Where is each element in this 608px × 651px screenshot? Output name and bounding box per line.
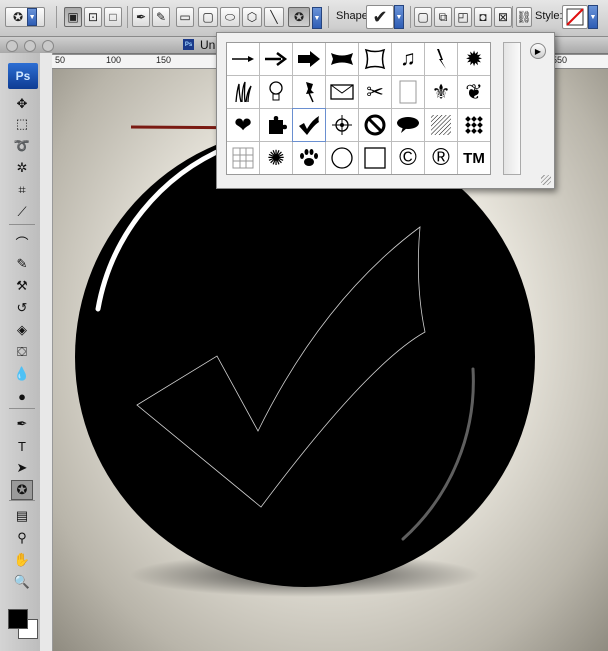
frame-shape[interactable]: [359, 43, 391, 75]
shape-grid: ♫ ✹ ✂ ⚜ ❦ ❤ ✺ © ® TM: [226, 42, 491, 175]
cat-paw-ornament-shape[interactable]: ❦: [458, 76, 490, 108]
light-bulb-shape[interactable]: [260, 76, 292, 108]
resize-grip[interactable]: [541, 175, 551, 185]
arrow-bold-shape[interactable]: [293, 43, 325, 75]
scissors-shape[interactable]: ✂: [359, 76, 391, 108]
registered-shape[interactable]: ®: [425, 142, 457, 174]
arrow-medium-shape[interactable]: [260, 43, 292, 75]
starburst-shape[interactable]: ✹: [458, 43, 490, 75]
hatched-square-shape[interactable]: [425, 109, 457, 141]
puzzle-piece-shape[interactable]: [260, 109, 292, 141]
custom-shape-picker: ♫ ✹ ✂ ⚜ ❦ ❤ ✺ © ® TM ▶: [216, 32, 555, 189]
picker-menu-button[interactable]: ▶: [530, 43, 546, 59]
target-shape[interactable]: [326, 109, 358, 141]
grass-shape[interactable]: [227, 76, 259, 108]
grid-shape[interactable]: [227, 142, 259, 174]
envelope-shape[interactable]: [326, 76, 358, 108]
thumbtack-shape[interactable]: [293, 76, 325, 108]
triangle-right-icon: ▶: [534, 46, 542, 56]
trademark-shape[interactable]: TM: [458, 142, 490, 174]
diamond-grid-shape[interactable]: [458, 109, 490, 141]
square-frame-shape[interactable]: [359, 142, 391, 174]
circle-frame-shape[interactable]: [326, 142, 358, 174]
picker-scrollbar[interactable]: [503, 42, 521, 175]
no-sign-shape[interactable]: [359, 109, 391, 141]
checkmark-shape[interactable]: [292, 108, 326, 142]
paw-print-shape[interactable]: [293, 142, 325, 174]
lightning-shape[interactable]: [425, 43, 457, 75]
speech-bubble-shape[interactable]: [392, 109, 424, 141]
heart-shape[interactable]: ❤: [227, 109, 259, 141]
banner-shape[interactable]: [326, 43, 358, 75]
fleur-de-lis-shape[interactable]: ⚜: [425, 76, 457, 108]
music-note-shape[interactable]: ♫: [392, 43, 424, 75]
blank-page-shape[interactable]: [392, 76, 424, 108]
explosion-shape[interactable]: ✺: [260, 142, 292, 174]
arrow-thin-shape[interactable]: [227, 43, 259, 75]
copyright-shape[interactable]: ©: [392, 142, 424, 174]
